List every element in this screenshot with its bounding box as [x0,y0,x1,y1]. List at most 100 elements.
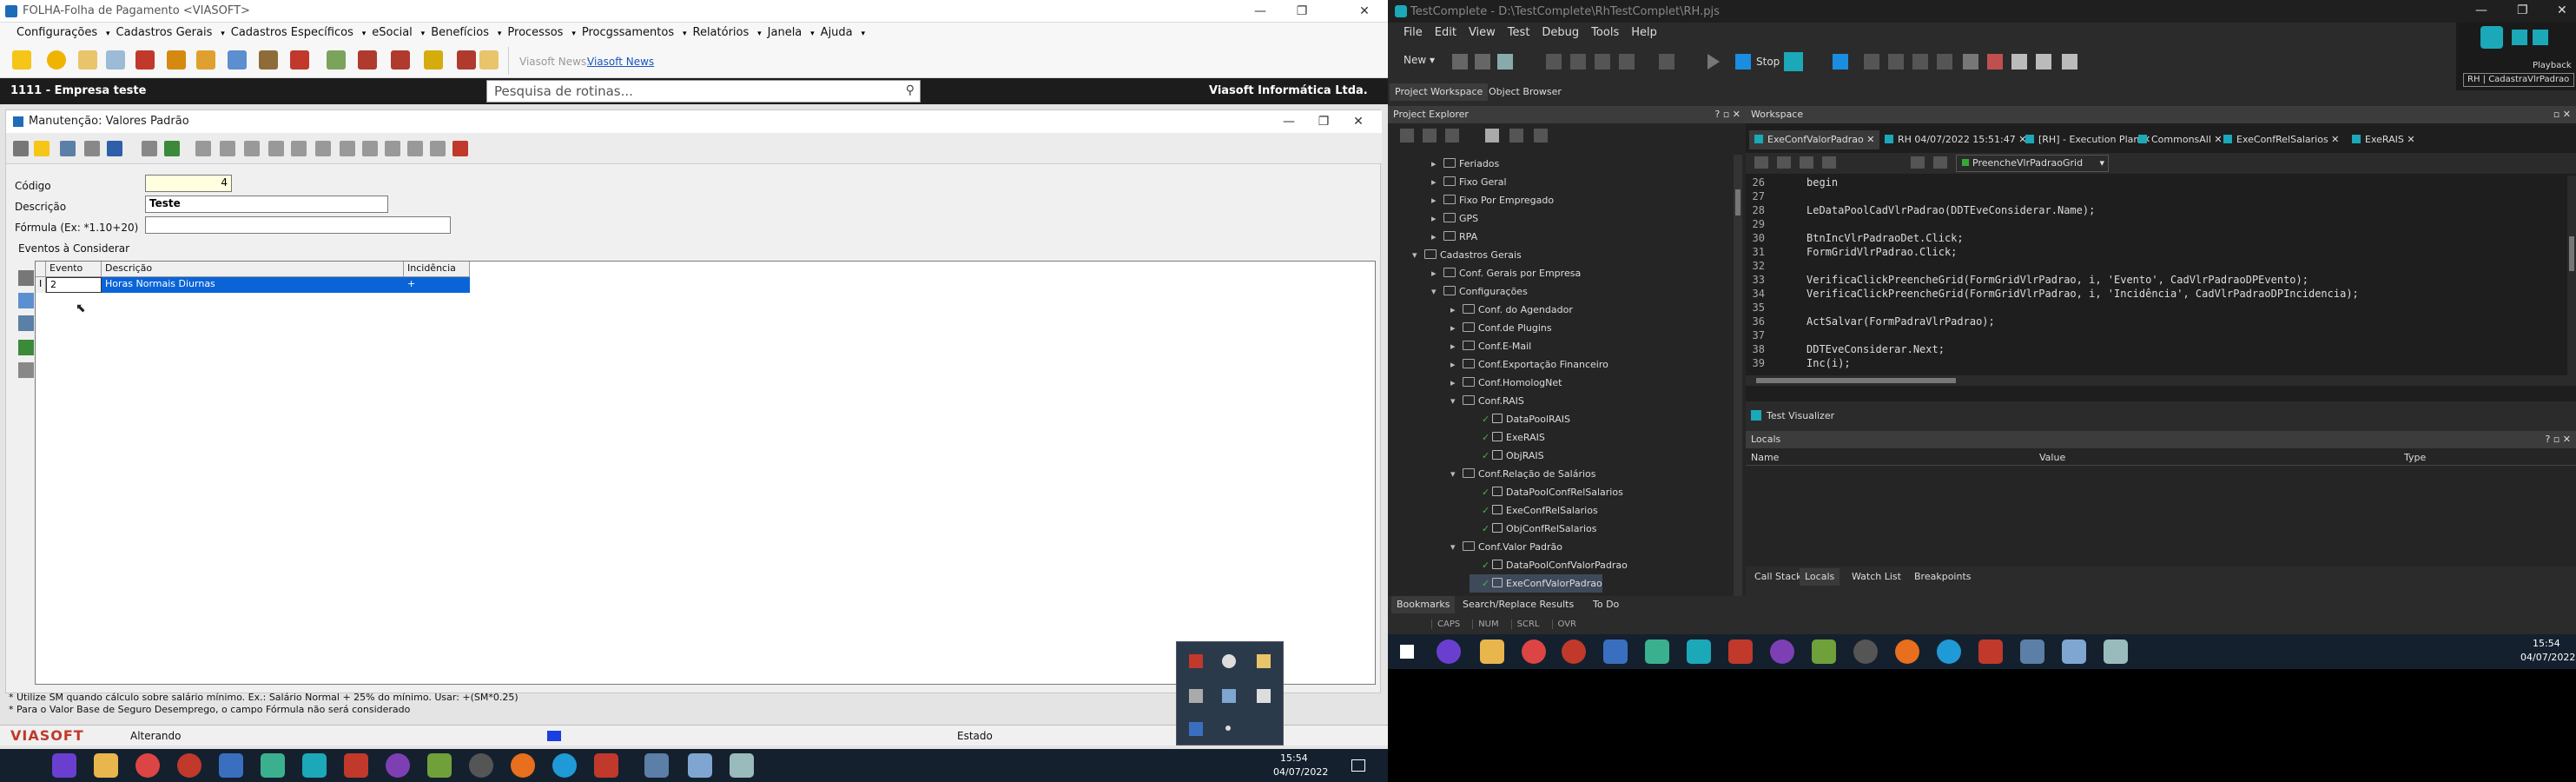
tab-close-icon[interactable]: ✕ [1864,134,1874,145]
editor-tool-2-icon[interactable] [1777,156,1791,169]
tree-node[interactable]: ✓ DataPoolConfValorPadrao [1470,556,1628,574]
pause-button[interactable] [2512,30,2527,45]
grid-undo-icon[interactable] [18,340,34,355]
stop-icon[interactable] [1735,54,1751,70]
ide-tool-12-icon[interactable] [1937,54,1952,70]
code-line[interactable]: BtnIncVlrPadraoDet.Click; [1807,231,1964,245]
ide-tool-1-icon[interactable] [1452,54,1468,70]
filter3-icon[interactable] [362,141,378,156]
ide-debug-1-icon[interactable] [1987,54,2003,70]
tree-expander-icon[interactable]: ▸ [1450,337,1463,355]
ide-tool-4-icon[interactable] [1546,54,1562,70]
taskbar-app14-icon[interactable] [594,753,618,778]
col-type[interactable]: Type [2404,452,2426,463]
editor-tab[interactable]: RH 04/07/2022 15:51:47 ✕ [1879,130,2031,149]
editor-hscrollbar[interactable] [1746,375,2576,386]
tree-node[interactable]: ▸ Fixo Por Empregado [1431,191,1554,209]
rtb-vivaldi-icon[interactable] [1562,640,1586,664]
ide-tool-8-icon[interactable] [1659,54,1674,70]
tree-node[interactable]: ✓ DataPoolRAIS [1470,410,1570,428]
toolbar-gear4-icon[interactable] [457,50,476,70]
taskbar-app17-icon[interactable] [730,753,754,778]
menu-5[interactable]: Processos [501,23,569,43]
code-line[interactable]: FormGridVlrPadrao.Click; [1807,245,1957,259]
formula-field[interactable] [145,216,451,234]
ide-menu-1[interactable]: Edit [1435,26,1456,39]
tree-expander-icon[interactable]: ▸ [1431,209,1443,228]
tree-node[interactable]: ▸ RPA [1431,228,1477,246]
editor-hscroll-thumb[interactable] [1756,378,1956,383]
check-icon[interactable]: ✓ [1482,447,1492,465]
workspace-close-icon[interactable]: ▫ ✕ [2553,109,2571,120]
stop-playback-button[interactable] [2533,30,2548,45]
tray-icon-3[interactable] [1257,654,1271,668]
nav-last-icon[interactable] [268,141,284,156]
ide-tool-3-icon[interactable] [1497,54,1513,70]
debug-tab[interactable]: Call Stack [1749,568,1807,586]
tree-node[interactable]: ▸ Conf.Exportação Financeiro [1450,355,1608,374]
taskbar-firefox-icon[interactable] [511,753,535,778]
code-editor[interactable]: 26 begin 27 28 LeDataPoolCadVlrPadrao(DDTEve… [1746,176,2567,375]
rtb-app16-icon[interactable] [2062,640,2086,664]
tree-expander-icon[interactable]: ▸ [1431,191,1443,209]
nav-prev-icon[interactable] [220,141,235,156]
tree-expander-icon[interactable]: ▾ [1450,392,1463,410]
tree-expander-icon[interactable]: ▾ [1431,282,1443,301]
toolbar-home-icon[interactable] [135,50,155,70]
menu-3[interactable]: eSocial [366,23,419,43]
taskbar-chrome-icon[interactable] [135,753,160,778]
toolbar-search-icon[interactable] [106,50,125,70]
explorer-scroll-thumb[interactable] [1735,189,1740,215]
debug-tab[interactable]: Watch List [1846,568,1906,586]
explorer-tool-5-icon[interactable] [1509,129,1523,142]
new-button[interactable]: New ▾ [1404,54,1435,66]
check-icon[interactable]: ✓ [1482,574,1492,593]
rtb-chrome-icon[interactable] [1522,640,1546,664]
search-icon[interactable]: ⚲ [906,83,915,97]
form-close-button[interactable]: ✕ [1338,110,1378,133]
tree-node[interactable]: ▸ Conf.E-Mail [1450,337,1531,355]
rtb-app15-icon[interactable] [2020,640,2044,664]
taskbar-app11-icon[interactable] [469,753,493,778]
descricao-field[interactable]: Teste [145,196,388,213]
taskbar-edge-icon[interactable] [552,753,577,778]
check-icon[interactable]: ✓ [1482,556,1492,574]
editor-tool-3-icon[interactable] [1800,156,1813,169]
ide-tool-6-icon[interactable] [1595,54,1610,70]
rtb-folder-icon[interactable] [1480,640,1504,664]
grid-icon[interactable] [60,141,76,156]
toolbar-doc-icon[interactable] [12,50,31,70]
toolbar-star-icon[interactable] [47,50,66,70]
tree-node[interactable]: ▸ GPS [1431,209,1478,228]
rtb-pen-icon[interactable] [1603,640,1628,664]
code-line[interactable]: VerificaClickPreencheGrid(FormGridVlrPad… [1807,273,2308,287]
ide-debug-3-icon[interactable] [2036,54,2051,70]
ide-gear-icon[interactable] [1784,52,1803,71]
menu-6[interactable]: Procgssamentos [576,23,680,43]
explorer-tool-6-icon[interactable] [1534,129,1548,142]
tray-icon-8[interactable] [1225,726,1231,731]
paste-icon[interactable] [430,141,446,156]
tray-icon-5[interactable] [1222,689,1236,703]
tree-node[interactable]: ▸ Conf.HomologNet [1450,374,1562,392]
tree-node[interactable]: ✓ ObjRAIS [1470,447,1544,465]
explorer-close-icon[interactable]: ? ▫ ✕ [1714,109,1740,120]
toolbar-gear2-icon[interactable] [391,50,410,70]
ide-menu-5[interactable]: Tools [1591,26,1619,39]
code-line[interactable]: begin [1807,176,1838,189]
explorer-tool-1-icon[interactable] [1400,129,1414,142]
filter2-icon[interactable] [340,141,355,156]
editor-tab[interactable]: CommonsAll ✕ [2133,130,2228,149]
tab-project-workspace[interactable]: Project Workspace [1390,83,1489,101]
ide-tool-10-icon[interactable] [1888,54,1904,70]
taskbar-slack-icon[interactable] [261,753,285,778]
maximize-button[interactable]: ❐ [1282,0,1322,23]
explorer-scrollbar[interactable] [1734,155,1742,596]
first-record-icon[interactable] [13,141,29,156]
windows-start-icon[interactable] [1400,645,1414,659]
rtb-app11-icon[interactable] [1853,640,1878,664]
menu-1[interactable]: Cadastros Gerais [110,23,219,43]
routine-select[interactable]: PreencheVlrPadraoGrid ▾ [1956,155,2109,172]
tray-icon-1[interactable] [1189,654,1203,668]
ide-close-button[interactable]: ✕ [2557,3,2567,17]
